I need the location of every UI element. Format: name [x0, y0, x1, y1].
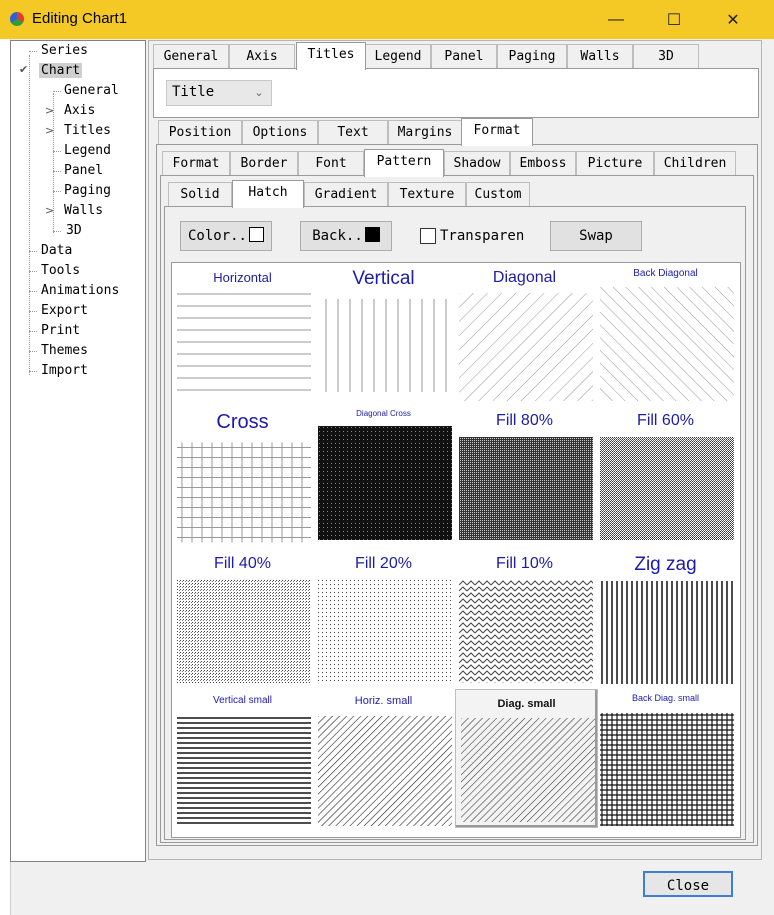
tab-3d[interactable]: 3D: [633, 44, 699, 69]
tree-item-animations[interactable]: Animations: [41, 281, 119, 301]
minimize-button[interactable]: —: [590, 0, 642, 39]
hatch-fill-80-pattern: [459, 437, 593, 540]
hatch-cell-fill-20[interactable]: Fill 20%: [313, 549, 454, 692]
maximize-button[interactable]: ☐: [648, 0, 700, 39]
tab-custom[interactable]: Custom: [466, 182, 530, 207]
tree-item-legend[interactable]: Legend: [64, 141, 111, 161]
window-title: Editing Chart1: [32, 10, 128, 27]
hatch-cell-zig-zag[interactable]: Zig zag: [595, 549, 736, 692]
tab-gradient[interactable]: Gradient: [304, 182, 388, 207]
tab-font[interactable]: Font: [298, 151, 364, 176]
chevron-right-icon[interactable]: >: [45, 124, 54, 137]
hatch-diag-small-pattern: [461, 718, 595, 822]
title-select[interactable]: Title ⌄: [166, 80, 272, 106]
tree-item-tools[interactable]: Tools: [41, 261, 80, 281]
transparent-label: Transparen: [440, 228, 525, 244]
tab-titles[interactable]: Titles: [296, 42, 366, 70]
chevron-down-icon[interactable]: ✔: [19, 63, 28, 76]
title-bar: Editing Chart1 — ☐ ✕: [0, 0, 774, 39]
hatch-cell-cross[interactable]: Cross: [172, 406, 313, 549]
tree-item-titles[interactable]: Titles: [64, 121, 111, 141]
tree-item-paging[interactable]: Paging: [64, 181, 111, 201]
tab-emboss[interactable]: Emboss: [510, 151, 576, 176]
tab-pattern[interactable]: Pattern: [364, 149, 444, 177]
close-window-button[interactable]: ✕: [707, 0, 759, 39]
chevron-right-icon[interactable]: >: [45, 104, 54, 117]
close-button[interactable]: Close: [643, 871, 733, 897]
hatch-horizontal-pattern: [177, 293, 311, 391]
tab-picture[interactable]: Picture: [576, 151, 654, 176]
tree-item-general[interactable]: General: [64, 81, 119, 101]
hatch-cross-pattern: [177, 442, 311, 543]
tree-item-themes[interactable]: Themes: [41, 341, 88, 361]
swap-button[interactable]: Swap: [550, 221, 642, 251]
hatch-grid[interactable]: Horizontal Vertical Diagonal Back Diagon…: [171, 262, 741, 838]
hatch-fill-60-pattern: [600, 437, 734, 540]
hatch-cell-fill-40[interactable]: Fill 40%: [172, 549, 313, 692]
hatch-cell-fill-10[interactable]: Fill 10%: [454, 549, 595, 692]
tree-item-axis[interactable]: Axis: [64, 101, 95, 121]
tab-format-format[interactable]: Format: [162, 151, 230, 176]
editor-tree[interactable]: Series ✔ Chart General > Axis > Titles L…: [10, 40, 146, 862]
tab-walls[interactable]: Walls: [567, 44, 633, 69]
hatch-cell-fill-80[interactable]: Fill 80%: [454, 406, 595, 549]
hatch-cell-diagonal-cross[interactable]: Diagonal Cross: [313, 406, 454, 549]
tab-children[interactable]: Children: [654, 151, 736, 176]
tree-item-walls[interactable]: Walls: [64, 201, 103, 221]
hatch-zig-zag-pattern: [600, 581, 734, 684]
tree-item-chart[interactable]: Chart: [39, 61, 83, 81]
hatch-fill-40-pattern: [177, 580, 311, 683]
hatch-diagonal-cross-pattern: [318, 426, 452, 540]
tree-item-data[interactable]: Data: [41, 241, 72, 261]
tab-panel[interactable]: Panel: [431, 44, 497, 69]
hatch-fill-20-pattern: [318, 580, 452, 683]
tree-item-3d[interactable]: 3D: [66, 221, 82, 241]
hatch-back-diag-small-pattern: [600, 713, 734, 826]
tab-options[interactable]: Options: [242, 120, 318, 145]
hatch-horiz-small-pattern: [318, 716, 452, 826]
tab-texture[interactable]: Texture: [388, 182, 466, 207]
hatch-diagonal-pattern: [459, 293, 593, 401]
hatch-cell-horizontal[interactable]: Horizontal: [172, 263, 313, 406]
chevron-down-icon[interactable]: ⌄: [249, 83, 269, 103]
tab-solid[interactable]: Solid: [168, 182, 232, 207]
tab-paging[interactable]: Paging: [497, 44, 567, 69]
tab-legend[interactable]: Legend: [365, 44, 431, 69]
tree-item-series[interactable]: Series: [41, 41, 88, 61]
hatch-cell-back-diag-small[interactable]: Back Diag. small: [595, 692, 736, 835]
hatch-vertical-pattern: [325, 299, 447, 392]
tab-hatch[interactable]: Hatch: [232, 180, 304, 208]
tab-position[interactable]: Position: [158, 120, 242, 145]
back-color-swatch: [364, 227, 380, 242]
hatch-cell-horiz-small[interactable]: Horiz. small: [313, 692, 454, 835]
tree-item-print[interactable]: Print: [41, 321, 80, 341]
tab-format[interactable]: Format: [461, 118, 533, 146]
hatch-cell-vertical-small[interactable]: Vertical small: [172, 692, 313, 835]
hatch-back-diagonal-pattern: [600, 287, 734, 401]
hatch-cell-back-diagonal[interactable]: Back Diagonal: [595, 263, 736, 406]
tab-axis[interactable]: Axis: [229, 44, 295, 69]
color-swatch: [249, 227, 264, 242]
transparent-checkbox[interactable]: [420, 228, 436, 244]
hatch-fill-10-pattern: [459, 580, 593, 683]
tree-item-import[interactable]: Import: [41, 361, 88, 381]
hatch-cell-diagonal[interactable]: Diagonal: [454, 263, 595, 406]
tab-general[interactable]: General: [153, 44, 229, 69]
app-icon: [10, 12, 24, 26]
back-color-button[interactable]: Back..: [300, 221, 392, 251]
tab-margins[interactable]: Margins: [388, 120, 462, 145]
tab-border[interactable]: Border: [230, 151, 298, 176]
tree-item-panel[interactable]: Panel: [64, 161, 103, 181]
color-button[interactable]: Color..: [180, 221, 272, 251]
hatch-cell-diag-small[interactable]: Diag. small: [455, 689, 598, 828]
tab-text[interactable]: Text: [318, 120, 388, 145]
hatch-vertical-small-pattern: [177, 716, 311, 826]
chevron-right-icon[interactable]: >: [45, 204, 54, 217]
tree-item-export[interactable]: Export: [41, 301, 88, 321]
hatch-cell-fill-60[interactable]: Fill 60%: [595, 406, 736, 549]
tab-shadow[interactable]: Shadow: [444, 151, 510, 176]
hatch-cell-vertical[interactable]: Vertical: [313, 263, 454, 406]
